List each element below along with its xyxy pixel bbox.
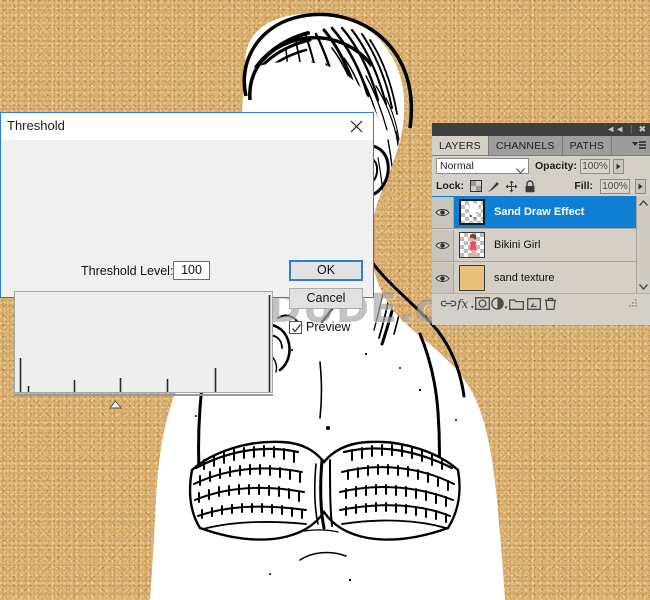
threshold-level-label: Threshold Level: — [81, 264, 174, 278]
layer-list: Sand Draw Effect Bikini Girl sand textur… — [432, 196, 650, 293]
panel-dock-bar: ◄◄ | ✖ — [432, 123, 650, 136]
layer-style-fx-icon[interactable]: fx — [457, 296, 474, 311]
layer-row-sand-texture[interactable]: sand texture — [432, 262, 650, 293]
lock-row: Lock: Fill: 100% — [432, 176, 650, 196]
close-icon[interactable] — [343, 115, 369, 137]
blend-mode-row: Normal Opacity: 100% — [432, 156, 650, 176]
link-layers-icon[interactable] — [440, 296, 457, 311]
scroll-down-icon[interactable] — [639, 280, 648, 293]
histogram-baseline — [14, 394, 273, 396]
panel-menu-icon[interactable] — [631, 139, 647, 152]
lock-image-icon[interactable] — [487, 180, 500, 193]
ok-button[interactable]: OK — [289, 260, 363, 281]
layer-thumbnail[interactable] — [459, 199, 485, 225]
new-layer-icon[interactable] — [525, 296, 542, 311]
layers-panel-footer: fx — [432, 293, 650, 313]
fill-input[interactable]: 100% — [600, 178, 630, 194]
lock-label: Lock: — [436, 180, 465, 192]
adjustment-layer-icon[interactable] — [491, 296, 508, 311]
tab-channels[interactable]: CHANNELS — [489, 136, 563, 155]
opacity-input[interactable]: 100% — [580, 158, 611, 174]
threshold-dialog: Threshold Threshold Level: 100 OK Cancel… — [0, 112, 374, 409]
layer-thumbnail[interactable] — [459, 265, 485, 291]
eye-icon[interactable] — [432, 229, 454, 261]
layer-name: Sand Draw Effect — [494, 206, 585, 218]
histogram[interactable] — [14, 291, 273, 393]
tab-paths[interactable]: PATHS — [563, 136, 613, 155]
dock-divider: | — [630, 124, 633, 134]
svg-text:fx: fx — [457, 297, 468, 310]
dialog-title: Threshold — [7, 118, 65, 133]
fill-stepper[interactable] — [635, 178, 646, 194]
layer-thumbnail[interactable] — [459, 232, 485, 258]
layer-row-bikini-girl[interactable]: Bikini Girl — [432, 229, 650, 262]
panel-resize-grip[interactable] — [625, 296, 642, 311]
collapse-double-arrow-icon[interactable]: ◄◄ — [606, 123, 624, 136]
app-stage: www.PSD-DUDE.com Threshold Threshold Lev… — [0, 0, 650, 600]
new-group-icon[interactable] — [508, 296, 525, 311]
opacity-label: Opacity: — [535, 160, 578, 172]
scroll-up-icon[interactable] — [639, 196, 648, 209]
layers-panel: ◄◄ | ✖ LAYERS CHANNELS PATHS Normal Opac… — [432, 123, 650, 325]
lock-all-icon[interactable] — [523, 179, 536, 193]
layer-mask-icon[interactable] — [474, 296, 491, 311]
eye-icon[interactable] — [432, 262, 454, 293]
histogram-spikes — [19, 295, 271, 392]
eye-icon[interactable] — [432, 196, 454, 228]
chevron-down-icon — [516, 164, 525, 178]
opacity-stepper[interactable] — [613, 158, 625, 174]
fill-label: Fill: — [574, 180, 593, 192]
dialog-titlebar: Threshold — [1, 113, 373, 141]
delete-layer-icon[interactable] — [542, 296, 559, 311]
layer-name: sand texture — [494, 272, 555, 284]
preview-checkbox-row[interactable]: Preview — [289, 320, 350, 334]
threshold-level-input[interactable]: 100 — [173, 261, 210, 280]
blend-mode-value: Normal — [440, 160, 474, 172]
layer-row-sand-draw-effect[interactable]: Sand Draw Effect — [432, 196, 650, 229]
lock-position-icon[interactable] — [505, 180, 518, 193]
blend-mode-select[interactable]: Normal — [436, 158, 529, 174]
preview-checkbox[interactable] — [289, 320, 302, 334]
layer-name: Bikini Girl — [494, 239, 541, 251]
preview-label: Preview — [306, 320, 351, 334]
panel-close-icon[interactable]: ✖ — [638, 123, 646, 136]
tab-layers[interactable]: LAYERS — [432, 136, 489, 155]
cancel-button[interactable]: Cancel — [289, 288, 363, 309]
layer-list-scrollbar[interactable] — [636, 196, 650, 293]
lock-transparency-icon[interactable] — [469, 180, 482, 193]
panel-tabs: LAYERS CHANNELS PATHS — [432, 136, 650, 156]
